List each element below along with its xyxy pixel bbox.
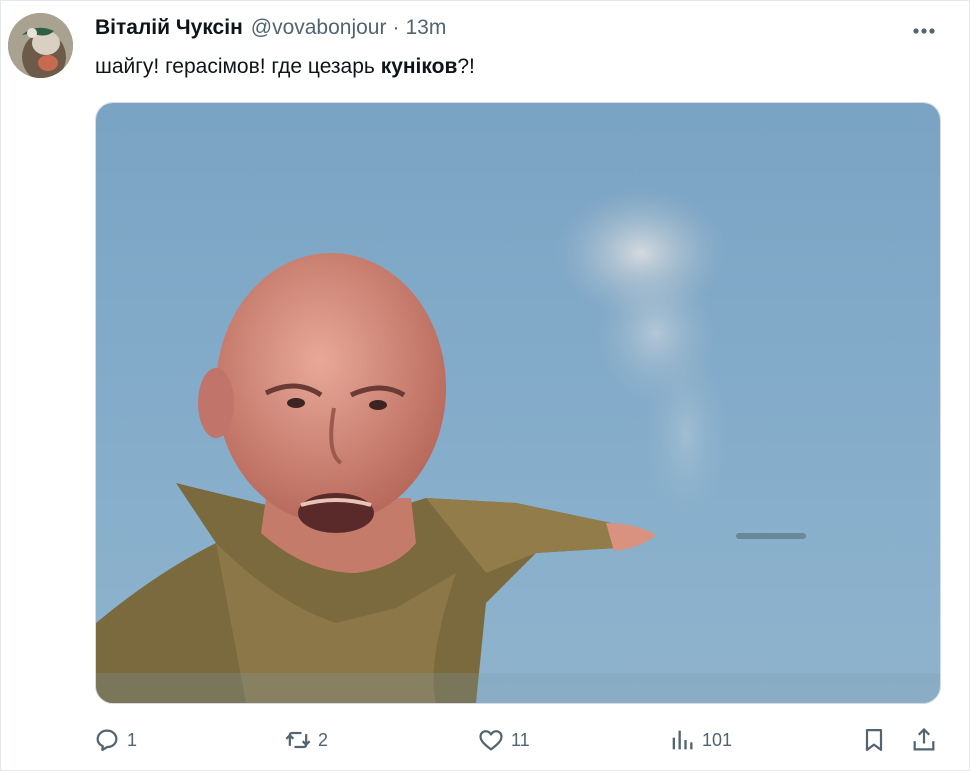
tweet-actions: 1 2 11 101 — [0, 720, 970, 760]
tweet-text-bold: куніков — [380, 55, 458, 78]
timestamp[interactable]: 13m — [405, 16, 446, 40]
heart-icon — [479, 730, 503, 751]
like-count: 11 — [511, 729, 530, 750]
reply-icon — [96, 729, 118, 752]
bookmark-button[interactable] — [860, 726, 888, 754]
bookmark-icon — [865, 728, 883, 752]
retweet-count: 2 — [318, 729, 329, 750]
media-illustration — [96, 103, 940, 703]
tweet-header: Віталій Чуксін @vovabonjour · 13m — [95, 16, 446, 44]
views-icon — [672, 730, 693, 750]
views-button[interactable]: 101 — [668, 720, 732, 760]
retweet-icon — [285, 731, 311, 749]
tweet-text-end: ?! — [457, 55, 475, 78]
separator-dot: · — [392, 16, 400, 39]
views-count: 101 — [702, 729, 733, 750]
more-button[interactable] — [908, 20, 940, 42]
share-button[interactable] — [910, 726, 938, 754]
tweet-media-image[interactable] — [95, 102, 941, 704]
more-icon — [913, 28, 935, 34]
tweet-text: шайгу! герасімов! где цезарь куніков?! — [95, 55, 475, 79]
reply-count: 1 — [127, 729, 138, 750]
tweet-text-part: шайгу! герасімов! где цезарь — [95, 55, 381, 78]
author-name[interactable]: Віталій Чуксін — [95, 16, 243, 40]
retweet-button[interactable]: 2 — [284, 720, 328, 760]
avatar[interactable] — [8, 13, 73, 78]
share-icon — [913, 727, 935, 751]
like-button[interactable]: 11 — [477, 720, 530, 760]
reply-button[interactable]: 1 — [93, 720, 137, 760]
author-handle[interactable]: @vovabonjour — [251, 16, 387, 40]
